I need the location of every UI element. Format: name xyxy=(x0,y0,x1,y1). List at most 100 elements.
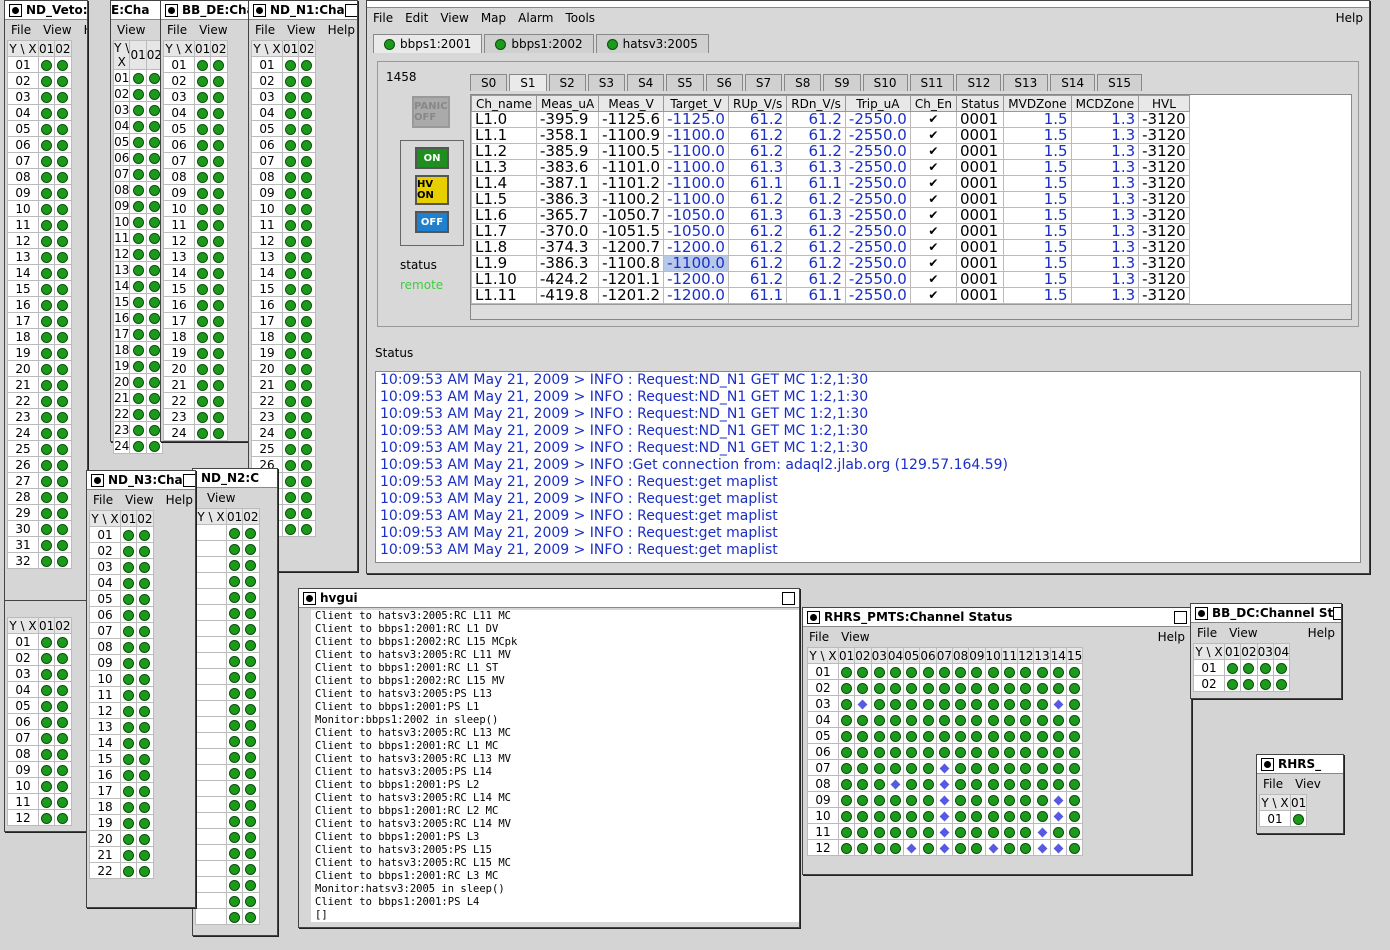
channel-cell[interactable] xyxy=(919,663,937,680)
menu-help[interactable]: Help xyxy=(1158,630,1185,644)
channel-cell[interactable] xyxy=(37,456,56,473)
channel-cell[interactable] xyxy=(919,743,937,760)
channel-cell[interactable] xyxy=(129,245,147,262)
channel-cell[interactable] xyxy=(54,344,72,361)
channel-cell[interactable] xyxy=(119,798,138,815)
rhrs-pmts-titlebar[interactable]: RHRS_PMTS:Channel Status xyxy=(803,608,1191,627)
channel-cell[interactable] xyxy=(193,312,212,329)
channel-cell[interactable] xyxy=(193,344,212,361)
slot-tab[interactable]: S7 xyxy=(744,74,783,91)
channel-cell[interactable] xyxy=(1033,679,1051,696)
channel-cell[interactable] xyxy=(903,759,921,776)
channel-cell[interactable] xyxy=(54,184,72,201)
channel-cell[interactable] xyxy=(225,828,244,845)
channel-cell[interactable] xyxy=(281,232,300,249)
channel-cell[interactable] xyxy=(54,472,72,489)
channel-cell[interactable] xyxy=(854,679,872,696)
channel-cell[interactable] xyxy=(37,312,56,329)
channel-cell[interactable] xyxy=(1000,727,1019,744)
channel-cell[interactable] xyxy=(298,520,316,537)
bb-de-titlebar[interactable]: BB_DE:Cha xyxy=(161,1,249,20)
menu-map[interactable]: Map xyxy=(481,11,506,25)
channel-cell[interactable] xyxy=(37,793,56,810)
channel-cell[interactable] xyxy=(37,745,56,762)
channel-cell[interactable] xyxy=(298,296,316,313)
slot-tab[interactable]: S14 xyxy=(1050,74,1096,91)
channel-cell[interactable] xyxy=(281,88,300,105)
channel-cell[interactable] xyxy=(1017,711,1035,728)
channel-cell[interactable] xyxy=(935,823,953,840)
channel-cell[interactable] xyxy=(210,360,228,377)
channel-cell[interactable]: ✔ xyxy=(909,111,958,128)
channel-cell[interactable] xyxy=(281,440,300,457)
channel-cell[interactable] xyxy=(903,663,921,680)
channel-cell[interactable] xyxy=(919,711,937,728)
channel-cell[interactable]: 61.1 xyxy=(727,287,788,304)
channel-cell[interactable] xyxy=(886,663,905,680)
channel-cell[interactable] xyxy=(281,312,300,329)
channel-cell[interactable] xyxy=(281,344,300,361)
channel-cell[interactable] xyxy=(54,104,72,121)
channel-cell[interactable] xyxy=(1000,759,1019,776)
channel-cell[interactable] xyxy=(54,793,72,810)
channel-cell[interactable] xyxy=(242,588,260,605)
channel-cell[interactable] xyxy=(1065,711,1084,728)
channel-cell[interactable] xyxy=(37,168,56,185)
channel-cell[interactable] xyxy=(129,165,147,182)
channel-cell[interactable] xyxy=(193,104,212,121)
channel-cell[interactable]: ✔ xyxy=(909,143,958,160)
channel-cell[interactable] xyxy=(225,812,244,829)
channel-cell[interactable] xyxy=(837,663,856,680)
channel-cell[interactable] xyxy=(129,133,147,150)
slot-tab[interactable]: S4 xyxy=(627,74,665,91)
channel-cell[interactable] xyxy=(54,120,72,137)
slot-tab[interactable]: S9 xyxy=(823,74,861,91)
channel-cell[interactable] xyxy=(968,727,986,744)
channel-cell[interactable] xyxy=(1033,711,1051,728)
channel-cell[interactable] xyxy=(1256,659,1274,676)
channel-cell[interactable] xyxy=(210,296,228,313)
menu-file[interactable]: File xyxy=(93,493,113,507)
channel-cell[interactable] xyxy=(935,775,953,792)
channel-cell[interactable] xyxy=(1049,823,1067,840)
channel-cell[interactable] xyxy=(37,472,56,489)
channel-cell[interactable] xyxy=(1049,743,1067,760)
channel-cell[interactable] xyxy=(54,665,72,682)
menu-view[interactable]: View xyxy=(199,23,227,37)
channel-cell[interactable] xyxy=(1017,807,1035,824)
channel-cell[interactable] xyxy=(837,679,856,696)
channel-cell[interactable] xyxy=(210,168,228,185)
channel-cell[interactable] xyxy=(298,504,316,521)
nd-n2-titlebar[interactable]: ND_N2:C xyxy=(193,469,277,488)
channel-cell[interactable] xyxy=(225,524,244,541)
channel-cell[interactable] xyxy=(935,743,953,760)
slot-tab[interactable]: S3 xyxy=(587,74,626,91)
channel-cell[interactable] xyxy=(837,727,856,744)
channel-cell[interactable] xyxy=(193,136,212,153)
menu-view[interactable]: View xyxy=(287,23,315,37)
channel-cell[interactable] xyxy=(837,759,856,776)
channel-cell[interactable] xyxy=(854,823,872,840)
channel-cell[interactable] xyxy=(54,456,72,473)
channel-cell[interactable] xyxy=(37,809,56,826)
channel-cell[interactable] xyxy=(119,814,138,831)
menu-help[interactable]: Help xyxy=(1308,626,1335,640)
channel-cell[interactable] xyxy=(1065,823,1084,840)
channel-cell[interactable] xyxy=(1017,663,1035,680)
channel-cell[interactable] xyxy=(119,766,138,783)
channel-cell[interactable] xyxy=(1223,659,1242,676)
channel-cell[interactable] xyxy=(1017,823,1035,840)
channel-cell[interactable] xyxy=(1223,675,1242,692)
e-titlebar[interactable]: E:Cha xyxy=(111,1,163,20)
slot-tab[interactable]: S0 xyxy=(470,74,508,91)
channel-cell[interactable] xyxy=(837,791,856,808)
channel-cell[interactable] xyxy=(37,200,56,217)
channel-cell[interactable]: ✔ xyxy=(909,159,958,176)
channel-cell[interactable] xyxy=(951,759,970,776)
channel-cell[interactable] xyxy=(193,56,212,73)
channel-cell[interactable] xyxy=(1000,775,1019,792)
channel-cell[interactable] xyxy=(854,791,872,808)
menu-file[interactable]: File xyxy=(373,11,393,25)
channel-cell[interactable] xyxy=(298,136,316,153)
channel-row[interactable]: L1.11 -419.8 -1201.2 -1200.0 61.1 61.1 -2550.0… xyxy=(471,287,1190,304)
